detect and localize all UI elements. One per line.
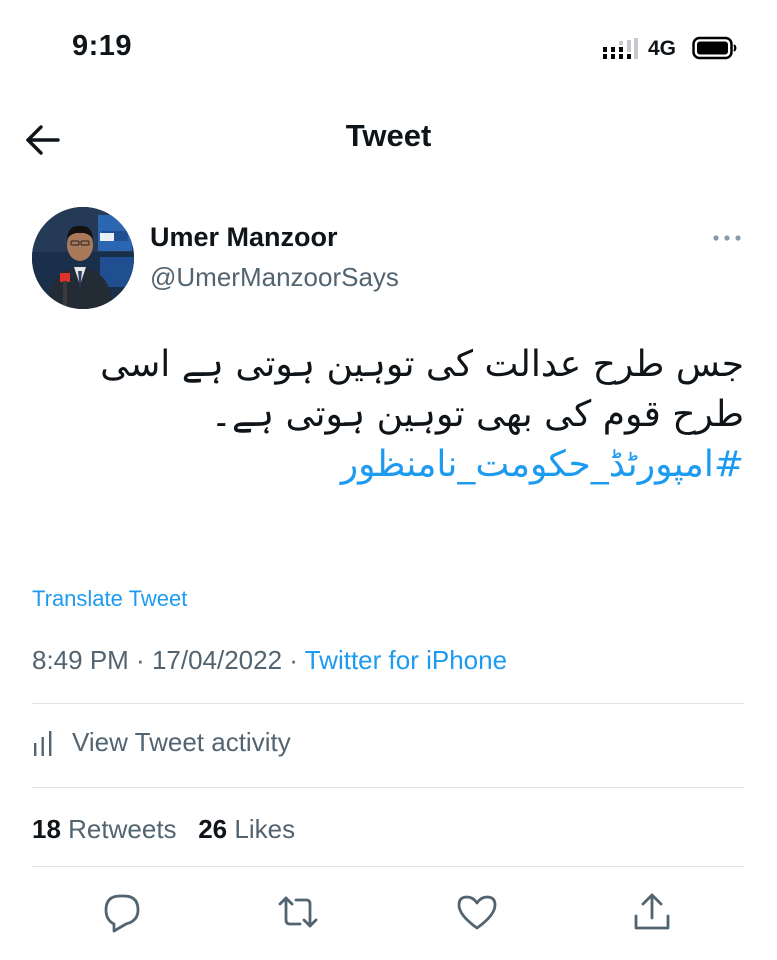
avatar[interactable]	[32, 207, 134, 309]
tweet-time: 8:49 PM	[32, 645, 129, 675]
divider	[32, 703, 744, 704]
reply-button[interactable]	[100, 890, 144, 934]
more-options-button[interactable]	[710, 228, 744, 248]
retweet-button[interactable]	[276, 890, 320, 934]
back-button[interactable]	[20, 118, 64, 162]
tweet-date: 17/04/2022	[151, 645, 283, 675]
tweet-text: جس طرح عدالت کی توہین ہوتی ہے اسی طرح قو…	[100, 344, 744, 435]
divider	[32, 866, 744, 867]
author-handle[interactable]: @UmerManzoorSays	[150, 262, 399, 293]
likes-stat[interactable]: 26 Likes	[198, 814, 295, 844]
translate-tweet-link[interactable]: Translate Tweet	[32, 586, 187, 612]
more-dots-icon	[713, 235, 741, 241]
retweets-label: Retweets	[68, 814, 177, 844]
divider	[32, 787, 744, 788]
battery-icon	[692, 36, 737, 60]
meta-separator: ·	[128, 645, 152, 675]
tweet-source-link[interactable]: Twitter for iPhone	[305, 645, 507, 675]
author-name[interactable]: Umer Manzoor	[150, 222, 338, 253]
retweet-icon	[278, 896, 318, 928]
activity-bars-icon	[34, 731, 52, 756]
page-title: Tweet	[345, 118, 432, 153]
share-icon	[634, 893, 670, 930]
signal-icon	[603, 38, 638, 59]
share-button[interactable]	[630, 890, 674, 934]
view-tweet-activity-label: View Tweet activity	[72, 727, 291, 757]
like-icon	[457, 895, 497, 930]
network-label: 4G	[648, 37, 677, 60]
tweet-text-container: جس طرح عدالت کی توہین ہوتی ہے اسی طرح قو…	[32, 340, 744, 490]
tweet-meta: 8:49 PM · 17/04/2022 · Twitter for iPhon…	[32, 645, 507, 676]
meta-separator: ·	[282, 645, 305, 675]
reply-icon	[104, 894, 140, 933]
retweets-stat[interactable]: 18 Retweets	[32, 814, 177, 844]
view-tweet-activity-button[interactable]: View Tweet activity	[32, 727, 744, 761]
likes-label: Likes	[234, 814, 296, 844]
likes-count: 26	[198, 814, 228, 844]
status-time: 9:19	[72, 30, 133, 62]
tweet-hashtag[interactable]: #امپورٹڈ_حکومت_نامنظور	[32, 440, 744, 490]
retweets-count: 18	[32, 814, 61, 844]
tweet-stats: 18 Retweets 26 Likes	[32, 814, 295, 845]
arrow-left-icon	[26, 125, 60, 155]
like-button[interactable]	[455, 890, 499, 934]
